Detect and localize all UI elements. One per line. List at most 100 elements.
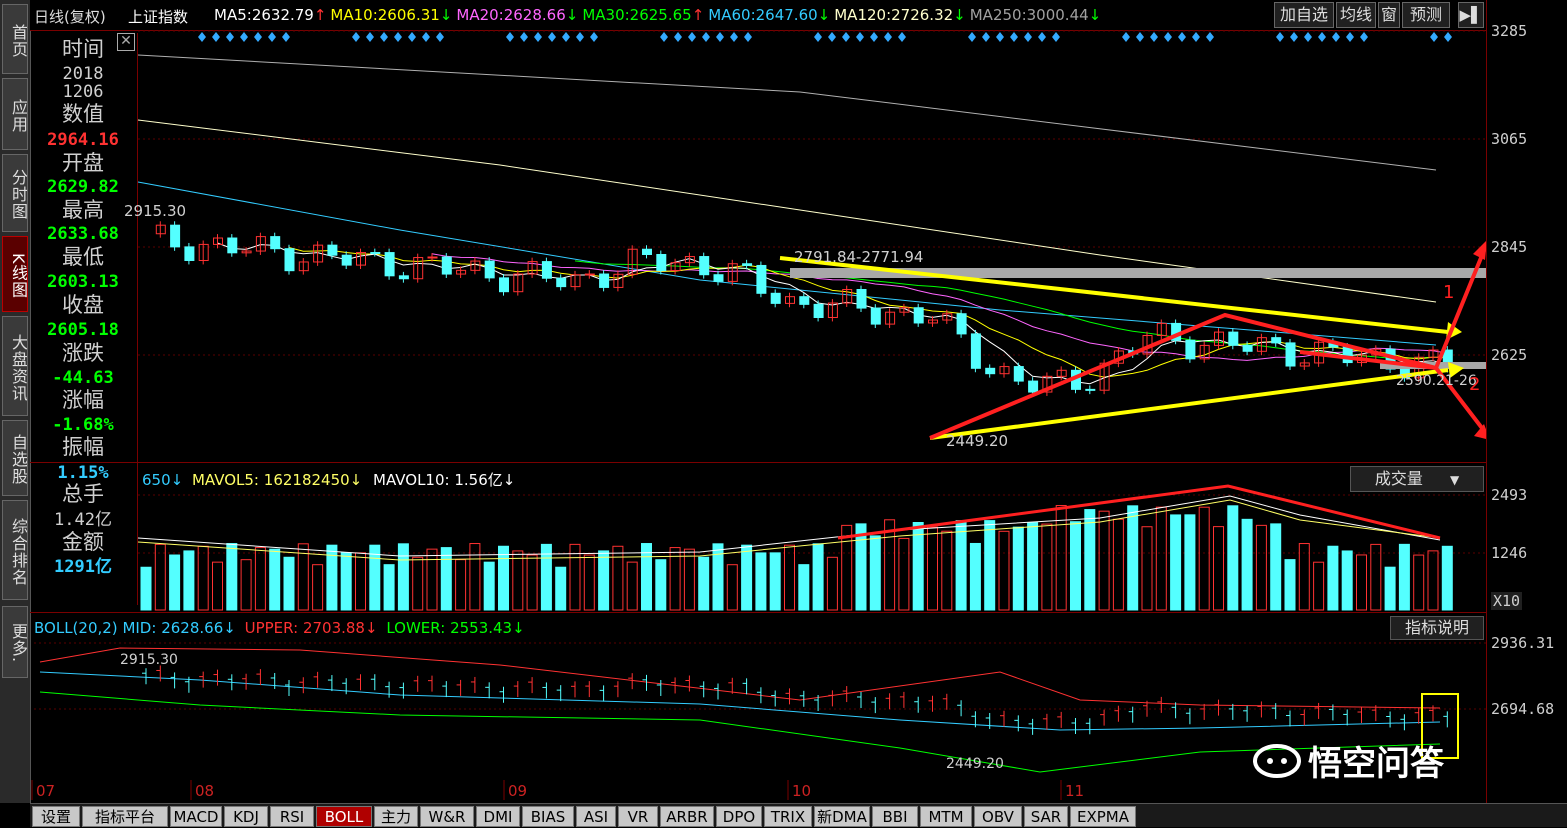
volume-bar [1155, 506, 1167, 611]
signal-diamond-icon [380, 32, 388, 42]
candle-body [870, 307, 881, 325]
tab-[interactable]: 主力 [374, 806, 418, 827]
candle-body [699, 256, 710, 276]
tab-bias[interactable]: BIAS [522, 806, 574, 827]
signal-diamond-icon [436, 32, 444, 42]
signal-diamond-icon [1052, 32, 1060, 42]
price-axis-label: 2625 [1491, 346, 1528, 364]
candle-body [398, 275, 409, 280]
month-label: 09 [508, 782, 527, 800]
signal-diamond-icon [1192, 32, 1200, 42]
volume-bar [1356, 554, 1367, 611]
volume-bar [755, 552, 767, 611]
wave-zigzag-line [929, 312, 1437, 440]
boll-lower-label: LOWER: [386, 619, 446, 637]
signal-diamond-icon [702, 32, 710, 42]
volume-bar [1441, 545, 1453, 611]
tab-dma[interactable]: 新DMA [814, 806, 870, 827]
candle-body [441, 256, 452, 275]
tab-boll[interactable]: BOLL [316, 806, 372, 827]
volume-bar [955, 520, 967, 611]
volume-bar [698, 556, 710, 611]
volume-trend-line [837, 484, 1441, 540]
volume-axis-label: 2493 [1491, 486, 1528, 504]
signal-diamond-icon [1290, 32, 1298, 42]
signal-diamond-icon [814, 32, 822, 42]
signal-diamond-icon [1444, 32, 1452, 42]
volume-bar [1270, 523, 1282, 611]
volume-bar [655, 559, 667, 611]
mavol10-label: MAVOL10: [373, 471, 450, 489]
month-label: 08 [195, 782, 214, 800]
tab--1[interactable]: 指标平台 [82, 806, 168, 827]
indicator-explain-button[interactable]: 指标说明 [1390, 616, 1484, 640]
volume-bar [397, 543, 409, 611]
tab-trix[interactable]: TRIX [764, 806, 812, 827]
candle-body [856, 289, 867, 309]
signal-diamond-icon [856, 32, 864, 42]
signal-diamond-icon [1122, 32, 1130, 42]
kline-chart[interactable]: 2915.30 2791.84-2771.94 2449.20 2590.21-26 1… [0, 0, 1567, 826]
tab-obv[interactable]: OBV [974, 806, 1022, 827]
signal-diamond-icon [842, 32, 850, 42]
signal-diamond-icon [1206, 32, 1214, 42]
month-label: 11 [1065, 782, 1084, 800]
tab-arbr[interactable]: ARBR [660, 806, 714, 827]
volume-bar [669, 547, 681, 611]
tab-bbi[interactable]: BBI [872, 806, 918, 827]
volume-bar [1112, 518, 1124, 611]
month-label: 10 [792, 782, 811, 800]
volume-bar [1313, 561, 1325, 611]
chevron-down-icon: ▼ [1449, 473, 1460, 487]
volume-scale-label: X10 [1491, 592, 1523, 610]
tab-wr[interactable]: W&R [420, 806, 474, 827]
tab-rsi[interactable]: RSI [270, 806, 314, 827]
volume-bar [927, 526, 938, 611]
volume-bar [412, 556, 424, 611]
candle-body [499, 277, 509, 293]
tab-vr[interactable]: VR [618, 806, 658, 827]
low-price-label: 2449.20 [946, 432, 1008, 450]
volume-bar [726, 564, 738, 611]
tab-expma[interactable]: EXPMA [1070, 806, 1136, 827]
volume-header: 650↓ MAVOL5: 162182450↓ MAVOL10: 1.56亿↓ [142, 469, 515, 490]
forecast-up-arrow-icon [1473, 240, 1487, 260]
candle-body [1013, 366, 1024, 382]
volume-bar [555, 566, 567, 611]
tab--0[interactable]: 设置 [32, 806, 80, 827]
tab-kdj[interactable]: KDJ [224, 806, 268, 827]
tab-dmi[interactable]: DMI [476, 806, 520, 827]
tab-sar[interactable]: SAR [1024, 806, 1068, 827]
volume-bar [1227, 505, 1239, 611]
volume-bar [1398, 543, 1410, 611]
volume-bar [1284, 559, 1296, 611]
volume-bar [455, 559, 467, 611]
volume-bar [254, 547, 266, 611]
volume-bar [512, 550, 524, 611]
volume-bar [769, 552, 781, 611]
volume-bar [226, 543, 238, 611]
volume-bar [741, 544, 753, 611]
volume-bar [1184, 514, 1196, 611]
tab-mtm[interactable]: MTM [920, 806, 972, 827]
signal-diamond-icon [730, 32, 738, 42]
signal-diamond-icon [408, 32, 416, 42]
candle-body [1028, 380, 1039, 393]
volume-bar [998, 530, 1010, 611]
candle-body [770, 292, 781, 304]
tab-asi[interactable]: ASI [576, 806, 616, 827]
tab-macd[interactable]: MACD [170, 806, 222, 827]
signal-diamond-icon [268, 32, 276, 42]
candle-body [370, 252, 381, 255]
candle-body [327, 244, 338, 256]
volume-indicator-dropdown[interactable]: 成交量 ▼ [1350, 466, 1484, 492]
signal-diamond-icon [1024, 32, 1032, 42]
candle-body [1085, 388, 1096, 391]
volume-bar [483, 561, 495, 611]
volume-bar [798, 564, 810, 611]
tab-dpo[interactable]: DPO [716, 806, 762, 827]
signal-diamond-icon [660, 32, 668, 42]
signal-diamond-icon [282, 32, 290, 42]
month-label: 07 [36, 782, 55, 800]
candle-body [556, 277, 567, 288]
